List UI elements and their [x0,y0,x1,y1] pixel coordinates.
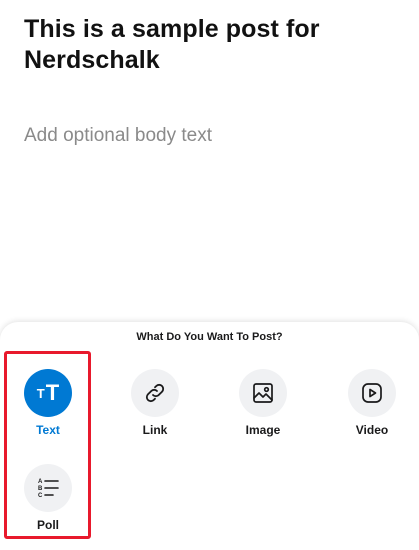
video-play-icon [348,369,396,417]
post-title[interactable]: This is a sample post for Nerdschalk [24,14,394,76]
post-type-link-button[interactable]: Link [120,369,190,437]
svg-text:B: B [38,486,43,492]
link-icon [131,369,179,417]
post-type-poll-button[interactable]: A B C Poll [13,464,83,532]
post-type-image-button[interactable]: Image [228,369,298,437]
image-icon [239,369,287,417]
post-type-text-button[interactable]: TT Text [13,369,83,437]
svg-text:C: C [38,493,43,499]
post-type-video-label: Video [355,423,389,437]
post-type-image-label: Image [245,423,281,437]
post-type-poll-label: Poll [36,518,59,532]
post-type-text-label: Text [36,423,60,437]
svg-text:A: A [38,479,43,485]
create-post-screen: This is a sample post for Nerdschalk Wha… [0,0,419,550]
post-body-input[interactable] [24,123,384,149]
post-type-link-label: Link [142,423,168,437]
text-format-icon: TT [24,369,72,417]
poll-list-icon: A B C [24,464,72,512]
post-type-video-button[interactable]: Video [337,369,407,437]
post-type-sheet-title: What Do You Want To Post? [136,331,283,343]
